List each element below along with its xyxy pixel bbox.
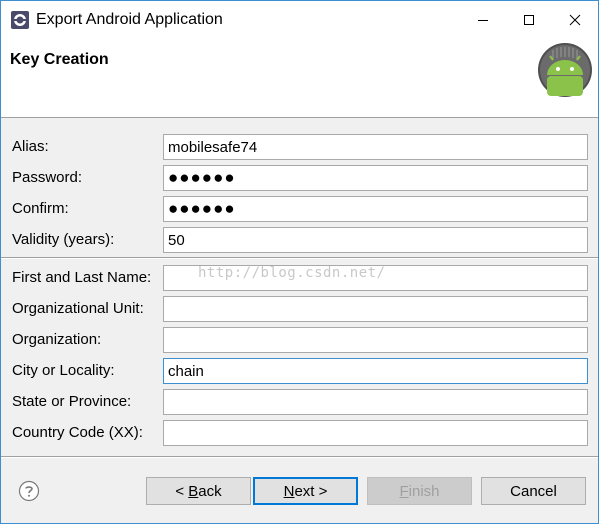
confirm-input[interactable] <box>163 196 588 222</box>
name-row: First and Last Name: <box>1 265 598 291</box>
title-bar[interactable]: Export Android Application <box>1 1 598 38</box>
back-rest: ack <box>198 482 222 500</box>
maximize-icon <box>524 14 534 25</box>
help-icon[interactable] <box>18 480 40 502</box>
back-prefix: < <box>175 482 189 500</box>
name-input[interactable] <box>163 265 588 291</box>
minimize-button[interactable] <box>460 1 506 38</box>
export-dialog: Export Android Application Key Creation <box>0 0 599 524</box>
eclipse-app-icon <box>11 10 29 29</box>
city-input[interactable] <box>163 358 588 384</box>
close-button[interactable] <box>552 1 598 38</box>
alias-input[interactable] <box>163 134 588 160</box>
next-button[interactable]: Next > <box>253 477 358 505</box>
window-controls <box>460 1 598 38</box>
finish-button: Finish <box>367 477 472 505</box>
cancel-label: Cancel <box>510 482 557 500</box>
org-unit-label: Organizational Unit: <box>12 300 144 317</box>
android-logo <box>538 43 592 97</box>
password-label: Password: <box>12 169 83 186</box>
org-unit-row: Organizational Unit: <box>1 296 598 322</box>
org-unit-input[interactable] <box>163 296 588 322</box>
state-label: State or Province: <box>12 393 132 410</box>
password-row: Password: <box>1 165 598 191</box>
minimize-icon <box>478 19 488 21</box>
confirm-row: Confirm: <box>1 196 598 222</box>
validity-row: Validity (years): <box>1 227 598 253</box>
finish-mnemonic: F <box>399 482 409 500</box>
validity-input[interactable] <box>163 227 588 253</box>
organization-label: Organization: <box>12 331 102 348</box>
password-input[interactable] <box>163 165 588 191</box>
footer-separator <box>1 456 598 458</box>
finish-rest: inish <box>408 482 440 500</box>
group-separator <box>1 257 598 259</box>
city-row: City or Locality: <box>1 358 598 384</box>
back-mnemonic: B <box>188 482 199 500</box>
next-mnemonic: N <box>283 482 295 500</box>
country-input[interactable] <box>163 420 588 446</box>
page-title: Key Creation <box>10 51 109 68</box>
state-input[interactable] <box>163 389 588 415</box>
alias-label: Alias: <box>12 138 49 155</box>
maximize-button[interactable] <box>506 1 552 38</box>
country-row: Country Code (XX): <box>1 420 598 446</box>
name-label: First and Last Name: <box>12 269 152 286</box>
wizard-header: Key Creation <box>1 38 598 118</box>
organization-input[interactable] <box>163 327 588 353</box>
confirm-label: Confirm: <box>12 200 69 217</box>
city-label: City or Locality: <box>12 362 115 379</box>
country-label: Country Code (XX): <box>12 424 143 441</box>
next-rest: ext > <box>294 482 328 500</box>
window-title: Export Android Application <box>36 10 223 28</box>
organization-row: Organization: <box>1 327 598 353</box>
cancel-button[interactable]: Cancel <box>481 477 586 505</box>
alias-row: Alias: <box>1 134 598 160</box>
back-button[interactable]: < Back <box>146 477 251 505</box>
close-icon <box>569 14 581 25</box>
validity-label: Validity (years): <box>12 231 115 248</box>
state-row: State or Province: <box>1 389 598 415</box>
